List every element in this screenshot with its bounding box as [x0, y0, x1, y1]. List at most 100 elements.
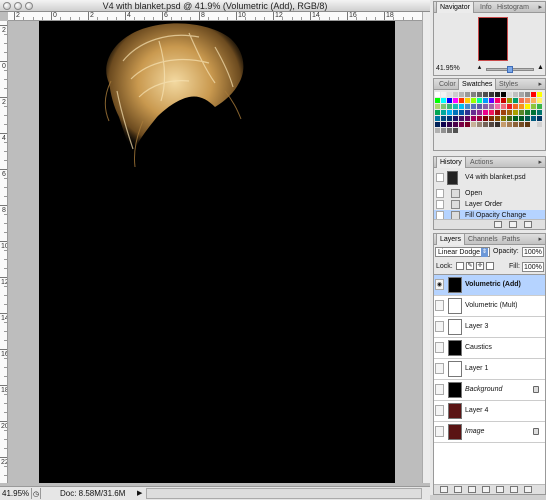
- visibility-toggle[interactable]: [435, 342, 444, 353]
- history-snapshot[interactable]: V4 with blanket.psd: [434, 169, 545, 187]
- ruler-tick-minor: [245, 17, 247, 20]
- layer-thumbnail[interactable]: [448, 298, 462, 314]
- layer-thumbnail[interactable]: [448, 277, 462, 293]
- layer-thumbnail[interactable]: [448, 424, 462, 440]
- palette-menu-icon[interactable]: ▸: [538, 235, 542, 243]
- snapshot-icon[interactable]: [509, 221, 517, 228]
- adjustment-layer-icon[interactable]: [482, 486, 490, 493]
- vertical-scrollbar[interactable]: [422, 12, 430, 483]
- layer-row[interactable]: Caustics: [434, 338, 545, 359]
- lock-position-icon[interactable]: ✛: [476, 262, 484, 270]
- layer-row[interactable]: ◉ Volumetric (Add): [434, 275, 545, 296]
- layer-thumbnail[interactable]: [448, 403, 462, 419]
- ruler-tick-minor: [115, 17, 117, 20]
- lock-all-icon[interactable]: [486, 262, 494, 270]
- layer-row[interactable]: Image: [434, 422, 545, 443]
- new-layer-icon[interactable]: [510, 486, 518, 493]
- blend-mode-select[interactable]: Linear Dodge ⇕: [435, 247, 490, 257]
- tab-actions[interactable]: Actions: [467, 157, 496, 168]
- layer-row[interactable]: Layer 4: [434, 401, 545, 422]
- layer-thumbnail[interactable]: [448, 319, 462, 335]
- ruler-tick-minor: [374, 17, 376, 20]
- horizontal-scrollbar[interactable]: [146, 488, 422, 499]
- vertical-ruler[interactable]: 20246810121416182022: [0, 21, 8, 483]
- layer-name: Layer 1: [465, 365, 489, 372]
- ruler-tick-minor: [4, 34, 7, 35]
- navigator-zoom-slider[interactable]: [486, 66, 534, 73]
- opacity-label: Opacity:: [493, 248, 519, 255]
- ruler-tick: [0, 133, 7, 134]
- trash-icon[interactable]: [524, 221, 532, 228]
- document-title-bar[interactable]: V4 with blanket.psd @ 41.9% (Volumetric …: [0, 0, 430, 12]
- history-source-check[interactable]: [436, 200, 444, 209]
- history-item[interactable]: Layer Order: [434, 199, 545, 210]
- history-item[interactable]: Open: [434, 188, 545, 199]
- ruler-label: 4: [2, 135, 6, 142]
- visibility-toggle[interactable]: [435, 363, 444, 374]
- lock-transparency-icon[interactable]: [456, 262, 464, 270]
- canvas-area[interactable]: [8, 21, 422, 483]
- visibility-toggle[interactable]: [435, 321, 444, 332]
- palette-menu-icon[interactable]: ▸: [538, 158, 542, 166]
- history-source-check[interactable]: [436, 173, 444, 182]
- layer-style-icon[interactable]: [454, 486, 462, 493]
- ruler-tick-minor: [4, 142, 7, 143]
- ruler-tick-minor: [4, 430, 7, 431]
- visibility-toggle[interactable]: [435, 426, 444, 437]
- ruler-tick-minor: [337, 17, 339, 20]
- fill-label: Fill:: [509, 263, 520, 270]
- ruler-tick: [162, 12, 163, 20]
- lock-image-icon[interactable]: ✎: [466, 262, 474, 270]
- layer-thumbnail[interactable]: [448, 340, 462, 356]
- mask-icon[interactable]: [468, 486, 476, 493]
- status-menu-arrow-icon[interactable]: ▶: [137, 489, 144, 498]
- tab-layers[interactable]: Layers: [436, 234, 466, 245]
- layer-row[interactable]: Layer 3: [434, 317, 545, 338]
- layer-row[interactable]: Background: [434, 380, 545, 401]
- layer-row[interactable]: Layer 1: [434, 359, 545, 380]
- navigator-zoom[interactable]: 41.95%: [436, 65, 460, 72]
- color-swatch[interactable]: [537, 122, 543, 128]
- history-source-check[interactable]: [436, 189, 444, 198]
- palette-menu-icon[interactable]: ▸: [538, 80, 542, 88]
- layer-row[interactable]: Volumetric (Mult): [434, 296, 545, 317]
- swatches-tabbar: Color Swatches Styles ▸: [434, 79, 545, 90]
- tab-channels[interactable]: Channels: [465, 234, 501, 245]
- layer-name: Image: [465, 428, 485, 435]
- visibility-toggle[interactable]: [435, 405, 444, 416]
- tab-color[interactable]: Color: [436, 79, 459, 90]
- layer-thumbnail[interactable]: [448, 361, 462, 377]
- palette-menu-icon[interactable]: ▸: [538, 3, 542, 11]
- color-swatch[interactable]: [453, 128, 459, 134]
- ruler-tick-minor: [4, 331, 7, 332]
- trash-icon[interactable]: [524, 486, 532, 493]
- tab-swatches[interactable]: Swatches: [458, 79, 497, 90]
- ruler-tick-minor: [208, 17, 210, 20]
- tab-histogram[interactable]: Histogram: [494, 2, 532, 13]
- tab-navigator[interactable]: Navigator: [436, 2, 474, 13]
- link-icon[interactable]: [440, 486, 448, 493]
- horizontal-ruler[interactable]: 2 0 2 4 6 8 10 12 14 16 18: [8, 12, 422, 21]
- tab-info[interactable]: Info: [477, 2, 495, 13]
- zoom-field[interactable]: 41.95%: [2, 487, 30, 500]
- visibility-toggle[interactable]: [435, 300, 444, 311]
- zoom-in-icon[interactable]: ▲: [537, 64, 544, 71]
- opacity-field[interactable]: 100%: [522, 247, 544, 257]
- ruler-tick-minor: [78, 17, 80, 20]
- ruler-tick-minor: [4, 403, 7, 404]
- zoom-out-icon[interactable]: ▴: [476, 64, 483, 71]
- tab-styles[interactable]: Styles: [496, 79, 521, 90]
- eye-icon[interactable]: ◉: [435, 279, 444, 290]
- visibility-toggle[interactable]: [435, 384, 444, 395]
- navigator-thumbnail[interactable]: [478, 17, 508, 61]
- ruler-label: 2: [2, 99, 6, 106]
- tab-history[interactable]: History: [436, 157, 466, 168]
- tab-paths[interactable]: Paths: [499, 234, 523, 245]
- image-canvas[interactable]: [39, 21, 395, 483]
- layer-thumbnail[interactable]: [448, 382, 462, 398]
- status-divider-icon[interactable]: ◷: [31, 488, 41, 499]
- new-group-icon[interactable]: [496, 486, 504, 493]
- slider-knob[interactable]: [507, 66, 513, 73]
- fill-field[interactable]: 100%: [522, 262, 544, 272]
- new-document-icon[interactable]: [494, 221, 502, 228]
